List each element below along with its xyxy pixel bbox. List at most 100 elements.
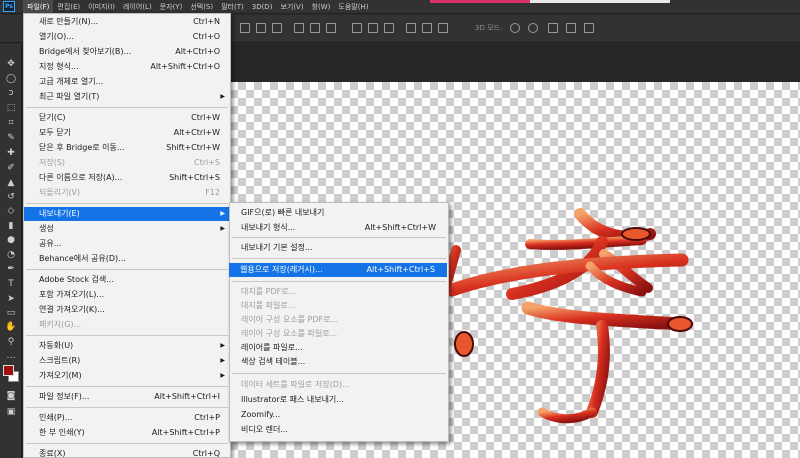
3d-slide-icon[interactable] bbox=[566, 23, 576, 33]
menu-item-share[interactable]: 공유... bbox=[24, 237, 230, 251]
path-select-tool-icon[interactable]: ➤ bbox=[5, 293, 17, 305]
align-top-icon[interactable] bbox=[240, 23, 250, 33]
quick-mask-icon[interactable]: ◙ bbox=[5, 390, 17, 402]
eyedropper-tool-icon[interactable]: ✎ bbox=[5, 132, 17, 144]
menu-item-share-behance[interactable]: Behance에서 공유(D)... bbox=[24, 252, 230, 266]
title-accent-bar bbox=[430, 0, 530, 3]
export-submenu: GIF으(로) 빠른 내보내기 내보내기 형식... Alt+Shift+Ctrl… bbox=[229, 202, 449, 442]
align-bottom-icon[interactable] bbox=[272, 23, 282, 33]
menu-item-close-all[interactable]: 모두 닫기 Alt+Ctrl+W bbox=[24, 126, 230, 140]
more-tools-icon[interactable]: … bbox=[5, 350, 17, 362]
3d-rotate-icon[interactable] bbox=[510, 23, 520, 33]
menu-item-import[interactable]: 가져오기(M) ▶ bbox=[24, 369, 230, 383]
menu-type[interactable]: 문자(Y) bbox=[156, 0, 187, 14]
menu-item-close-go-bridge[interactable]: 닫은 후 Bridge로 이동... Shift+Ctrl+W bbox=[24, 141, 230, 155]
menu-item-revert: 되돌리기(V) F12 bbox=[39, 188, 220, 197]
submenu-item-layers-to-files[interactable]: 레이어를 파일로... bbox=[230, 341, 448, 355]
menu-filter[interactable]: 필터(T) bbox=[217, 0, 248, 14]
dodge-tool-icon[interactable]: ◔ bbox=[5, 249, 17, 261]
distribute-bottom-icon[interactable] bbox=[384, 23, 394, 33]
submenu-item-save-for-web[interactable]: 웹용으로 저장(레거시)... Alt+Shift+Ctrl+S bbox=[229, 263, 447, 277]
menu-item-place-linked[interactable]: 연결 가져오기(K)... bbox=[24, 303, 230, 317]
menu-help[interactable]: 도움말(H) bbox=[334, 0, 372, 14]
menu-layer[interactable]: 레이어(L) bbox=[119, 0, 156, 14]
menu-divider bbox=[26, 335, 228, 336]
3d-pan-icon[interactable] bbox=[548, 23, 558, 33]
menu-edit[interactable]: 편집(E) bbox=[53, 0, 84, 14]
menu-item-open-smart-object[interactable]: 고급 개체로 열기... bbox=[24, 75, 230, 89]
distribute-top-icon[interactable] bbox=[352, 23, 362, 33]
history-brush-icon[interactable]: ↺ bbox=[5, 191, 17, 203]
submenu-item-export-as[interactable]: 내보내기 형식... Alt+Shift+Ctrl+W bbox=[230, 221, 448, 235]
menu-divider bbox=[26, 443, 228, 444]
submenu-item-zoomify[interactable]: Zoomify... bbox=[230, 408, 448, 422]
menu-item-export[interactable]: 내보내기(E) ▶ bbox=[24, 207, 230, 221]
screen-mode-icon[interactable]: ▣ bbox=[5, 406, 17, 418]
photoshop-logo: Ps bbox=[3, 1, 15, 12]
menu-item-scripts[interactable]: 스크립트(R) ▶ bbox=[24, 354, 230, 368]
submenu-arrow-icon: ▶ bbox=[220, 357, 225, 364]
move-tool-icon[interactable]: ✥ bbox=[5, 58, 17, 70]
submenu-item-render-video[interactable]: 비디오 렌더... bbox=[230, 423, 448, 437]
menu-item-adobe-stock[interactable]: Adobe Stock 검색... bbox=[24, 273, 230, 287]
menu-view[interactable]: 보기(V) bbox=[276, 0, 307, 14]
crop-tool-icon[interactable]: ⌗ bbox=[5, 117, 17, 129]
menu-item-open-as[interactable]: 지정 형식... Alt+Shift+Ctrl+O bbox=[24, 60, 230, 74]
menu-bar: Ps 파일(F) 편집(E) 이미지(I) 레이어(L) 문자(Y) 선택(S)… bbox=[0, 0, 800, 14]
menu-item-open-recent[interactable]: 최근 파일 열기(T) ▶ bbox=[24, 90, 230, 104]
menu-item-generate[interactable]: 생성 ▶ bbox=[24, 222, 230, 236]
lasso-tool-icon[interactable]: ↄ bbox=[5, 87, 17, 99]
gradient-tool-icon[interactable]: ▮ bbox=[5, 220, 17, 232]
menu-item-browse-bridge[interactable]: Bridge에서 찾아보기(B)... Alt+Ctrl+O bbox=[24, 45, 230, 59]
menu-item-close[interactable]: 닫기(C) Ctrl+W bbox=[24, 111, 230, 125]
menu-window[interactable]: 창(W) bbox=[308, 0, 335, 14]
menu-item-place-embedded[interactable]: 포함 가져오기(L)... bbox=[24, 288, 230, 302]
quick-select-tool-icon[interactable]: ⬚ bbox=[5, 102, 17, 114]
healing-brush-icon[interactable]: ✚ bbox=[5, 147, 17, 159]
rectangle-tool-icon[interactable]: ▭ bbox=[5, 307, 17, 319]
menu-item-automate[interactable]: 자동화(U) ▶ bbox=[24, 339, 230, 353]
menu-select[interactable]: 선택(S) bbox=[186, 0, 217, 14]
submenu-item-data-sets: 데이터 세트를 파일로 저장(D)... bbox=[241, 380, 350, 389]
submenu-arrow-icon: ▶ bbox=[220, 342, 225, 349]
zoom-tool-icon[interactable]: ⚲ bbox=[5, 336, 17, 348]
distribute-right-icon[interactable] bbox=[438, 23, 448, 33]
align-right-icon[interactable] bbox=[326, 23, 336, 33]
menu-item-file-info[interactable]: 파일 정보(F)... Alt+Shift+Ctrl+I bbox=[24, 390, 230, 404]
menu-3d[interactable]: 3D(D) bbox=[248, 0, 277, 14]
submenu-arrow-icon: ▶ bbox=[220, 93, 225, 100]
distribute-left-icon[interactable] bbox=[406, 23, 416, 33]
clone-stamp-icon[interactable]: ▲ bbox=[5, 177, 17, 189]
menu-image[interactable]: 이미지(I) bbox=[84, 0, 119, 14]
align-center-icon[interactable] bbox=[310, 23, 320, 33]
distribute-middle-icon[interactable] bbox=[368, 23, 378, 33]
type-tool-icon[interactable]: T bbox=[5, 278, 17, 290]
menu-item-new[interactable]: 새로 만들기(N)... Ctrl+N bbox=[24, 15, 230, 29]
eraser-tool-icon[interactable]: ◇ bbox=[5, 205, 17, 217]
menu-item-exit[interactable]: 종료(X) Ctrl+Q bbox=[24, 447, 230, 458]
foreground-color-swatch[interactable] bbox=[3, 365, 14, 376]
menu-divider bbox=[26, 203, 228, 204]
blur-tool-icon[interactable]: ● bbox=[5, 234, 17, 246]
align-middle-icon[interactable] bbox=[256, 23, 266, 33]
marquee-tool-icon[interactable]: ◯ bbox=[5, 73, 17, 85]
menu-item-print-one-copy[interactable]: 한 부 인쇄(Y) Alt+Shift+Ctrl+P bbox=[24, 426, 230, 440]
menu-divider bbox=[26, 386, 228, 387]
hand-tool-icon[interactable]: ✋ bbox=[5, 321, 17, 333]
3d-roll-icon[interactable] bbox=[528, 23, 538, 33]
submenu-item-color-lookup[interactable]: 색상 검색 테이블... bbox=[230, 355, 448, 369]
distribute-center-icon[interactable] bbox=[422, 23, 432, 33]
3d-mode-label: 3D 모드: bbox=[475, 24, 503, 32]
submenu-item-paths-illustrator[interactable]: Illustrator로 패스 내보내기... bbox=[230, 393, 448, 407]
menu-item-open[interactable]: 열기(O)... Ctrl+O bbox=[24, 30, 230, 44]
submenu-item-export-preferences[interactable]: 내보내기 기본 설정... bbox=[230, 241, 448, 255]
align-left-icon[interactable] bbox=[294, 23, 304, 33]
menu-item-print[interactable]: 인쇄(P)... Ctrl+P bbox=[24, 411, 230, 425]
3d-scale-icon[interactable] bbox=[584, 23, 594, 33]
submenu-item-quick-export-gif[interactable]: GIF으(로) 빠른 내보내기 bbox=[230, 206, 448, 220]
pen-tool-icon[interactable]: ✒ bbox=[5, 263, 17, 275]
menu-file[interactable]: 파일(F) bbox=[23, 0, 54, 14]
menu-divider bbox=[232, 237, 446, 238]
menu-item-save-as[interactable]: 다른 이름으로 저장(A)... Shift+Ctrl+S bbox=[24, 171, 230, 185]
brush-tool-icon[interactable]: ✐ bbox=[5, 162, 17, 174]
